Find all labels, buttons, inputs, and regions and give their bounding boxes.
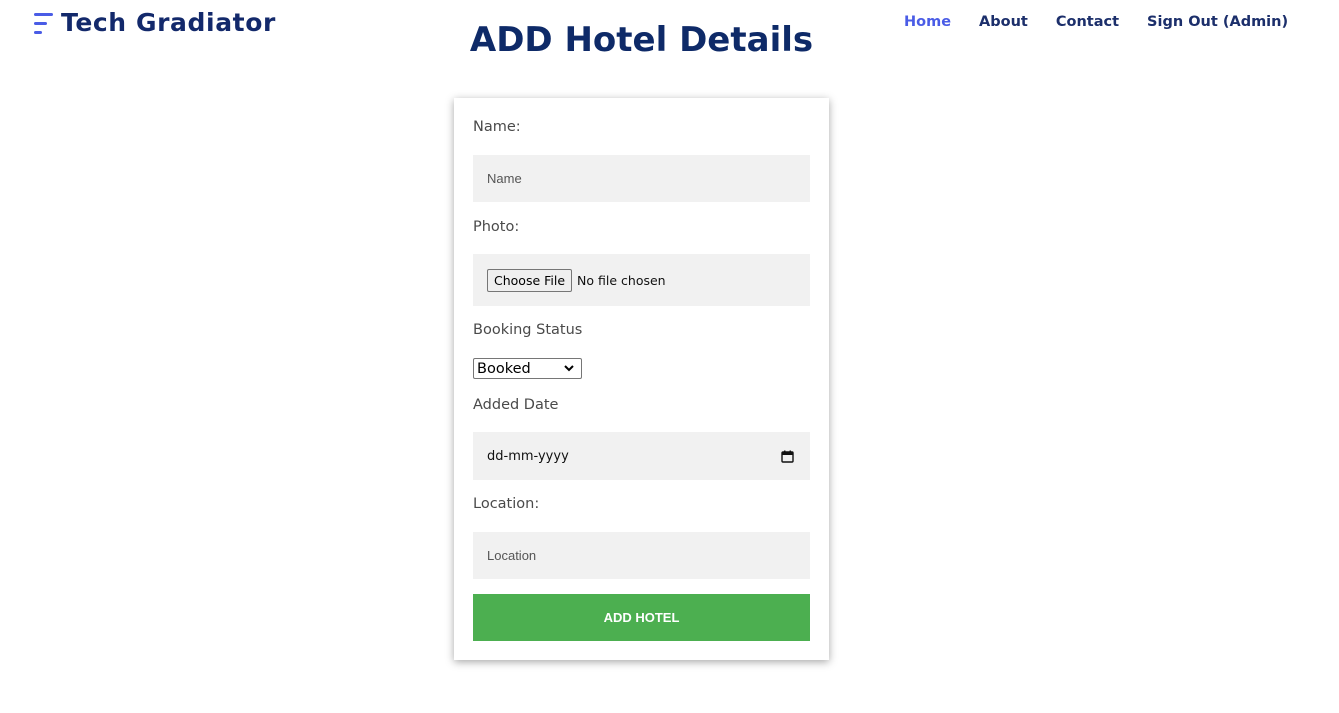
top-nav: Home About Contact Sign Out (Admin) <box>904 14 1288 30</box>
file-status-text: No file chosen <box>577 272 666 288</box>
add-hotel-form: Name: Photo: Choose File No file chosen … <box>454 98 829 660</box>
calendar-icon[interactable] <box>781 450 794 463</box>
choose-file-button[interactable]: Choose File <box>487 268 573 292</box>
page: Tech Gradiator ADD Hotel Details Home Ab… <box>0 0 1339 713</box>
added-date-input[interactable]: dd-mm-yyyy <box>473 432 810 480</box>
name-input[interactable] <box>473 155 810 202</box>
name-label: Name: <box>473 119 521 135</box>
added-date-label: Added Date <box>473 397 559 413</box>
chevron-down-icon <box>564 365 574 372</box>
location-input[interactable] <box>473 532 810 579</box>
nav-sign-out-link[interactable]: Sign Out (Admin) <box>1147 14 1288 30</box>
photo-label: Photo: <box>473 219 520 235</box>
date-placeholder: dd-mm-yyyy <box>487 448 569 464</box>
booking-status-label: Booking Status <box>473 322 583 338</box>
add-hotel-button[interactable]: ADD HOTEL <box>473 594 810 641</box>
nav-about-link[interactable]: About <box>979 14 1028 30</box>
booking-status-select[interactable]: Booked <box>473 358 582 379</box>
location-label: Location: <box>473 496 540 512</box>
booking-status-value: Booked <box>477 360 531 377</box>
nav-contact-link[interactable]: Contact <box>1056 14 1119 30</box>
photo-file-field: Choose File No file chosen <box>473 254 810 306</box>
nav-home-link[interactable]: Home <box>904 14 951 30</box>
